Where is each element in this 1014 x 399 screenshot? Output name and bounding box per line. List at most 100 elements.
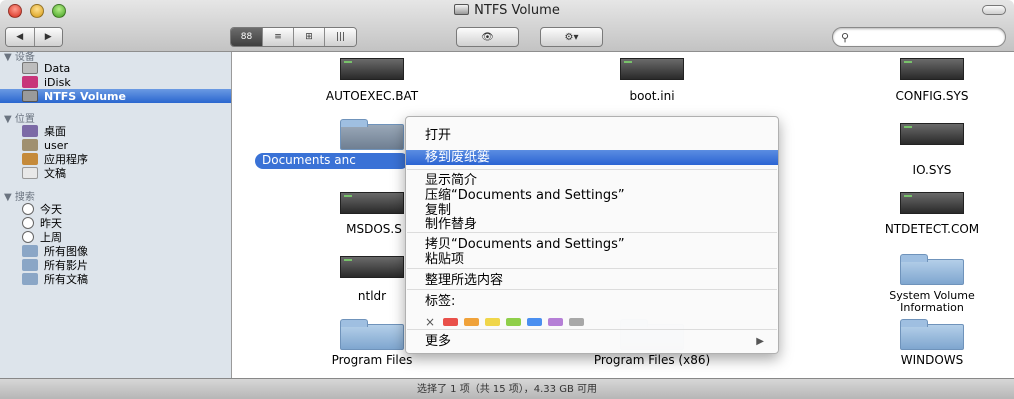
tag-orange[interactable] bbox=[464, 318, 479, 326]
document-icon[interactable] bbox=[340, 256, 404, 278]
sidebar-item-label: 桌面 bbox=[44, 125, 66, 138]
disk-icon bbox=[22, 62, 38, 74]
window-title: NTFS Volume bbox=[0, 3, 1014, 18]
file-label-config-sys[interactable]: CONFIG.SYS bbox=[852, 89, 1012, 103]
menu-separator bbox=[407, 169, 777, 170]
document-icon[interactable] bbox=[340, 58, 404, 80]
sidebar-header-search[interactable]: ▼ 搜索 bbox=[4, 188, 35, 203]
applications-icon bbox=[22, 153, 38, 165]
sidebar-item-today[interactable]: 今天 bbox=[0, 202, 231, 216]
tag-yellow[interactable] bbox=[485, 318, 500, 326]
search-field[interactable]: ⚲ bbox=[832, 27, 1006, 47]
view-mode-control: 88 ≡ ⊞ ||| bbox=[230, 27, 357, 47]
gear-icon: ⚙▾ bbox=[564, 31, 579, 43]
tag-green[interactable] bbox=[506, 318, 521, 326]
tag-color-picker: × bbox=[425, 315, 590, 329]
file-label-program-files[interactable]: Program Files bbox=[292, 353, 452, 367]
sidebar-item-all-images[interactable]: 所有图像 bbox=[0, 244, 231, 258]
sidebar-item-idisk[interactable]: iDisk bbox=[0, 75, 231, 89]
tag-clear-icon[interactable]: × bbox=[425, 315, 443, 329]
tag-red[interactable] bbox=[443, 318, 458, 326]
folder-icon[interactable] bbox=[340, 119, 404, 150]
document-icon[interactable] bbox=[340, 192, 404, 214]
folder-icon[interactable] bbox=[900, 319, 964, 350]
document-icon[interactable] bbox=[900, 123, 964, 145]
submenu-arrow-icon: ▶ bbox=[756, 336, 764, 347]
back-forward-control: ◀ ▶ bbox=[5, 27, 63, 47]
file-label-io-sys[interactable]: IO.SYS bbox=[852, 163, 1012, 177]
sidebar-item-data[interactable]: Data bbox=[0, 61, 231, 75]
clock-icon bbox=[22, 217, 34, 229]
sidebar: ▼ 设备 Data iDisk NTFS Volume ▼ 位置 桌面 user… bbox=[0, 52, 232, 378]
idisk-icon bbox=[22, 76, 38, 88]
clock-icon bbox=[22, 231, 34, 243]
disk-icon bbox=[454, 4, 470, 15]
sidebar-item-ntfs-volume[interactable]: NTFS Volume bbox=[0, 89, 231, 103]
disk-icon bbox=[22, 90, 38, 102]
menu-separator bbox=[407, 289, 777, 290]
column-view-button[interactable]: ⊞ bbox=[294, 28, 325, 46]
file-label-ntdetect[interactable]: NTDETECT.COM bbox=[852, 222, 1012, 236]
sidebar-item-label: 所有文稿 bbox=[44, 273, 88, 286]
menu-label-tags: 标签: bbox=[425, 294, 456, 309]
menu-item-make-alias[interactable]: 制作替身 bbox=[406, 217, 778, 232]
file-label-autoexec[interactable]: AUTOEXEC.BAT bbox=[292, 89, 452, 103]
coverflow-view-button[interactable]: ||| bbox=[325, 28, 356, 46]
search-icon: ⚲ bbox=[841, 31, 850, 44]
sidebar-item-desktop[interactable]: 桌面 bbox=[0, 124, 231, 138]
documents-icon bbox=[22, 167, 38, 179]
list-view-button[interactable]: ≡ bbox=[263, 28, 294, 46]
menu-separator bbox=[407, 232, 777, 233]
smart-folder-icon bbox=[22, 273, 38, 285]
search-input[interactable] bbox=[855, 30, 995, 44]
menu-item-get-info[interactable]: 显示简介 bbox=[406, 173, 778, 188]
menu-item-open[interactable]: 打开 bbox=[406, 128, 778, 143]
sidebar-item-all-documents[interactable]: 所有文稿 bbox=[0, 272, 231, 286]
forward-button[interactable]: ▶ bbox=[34, 28, 62, 46]
sidebar-item-label: Data bbox=[44, 61, 71, 75]
document-icon[interactable] bbox=[620, 58, 684, 80]
home-icon bbox=[22, 139, 38, 151]
menu-item-compress[interactable]: 压缩“Documents and Settings” bbox=[406, 188, 778, 203]
file-label-windows[interactable]: WINDOWS bbox=[852, 353, 1012, 367]
document-icon[interactable] bbox=[900, 192, 964, 214]
document-icon[interactable] bbox=[900, 58, 964, 80]
menu-item-paste[interactable]: 粘贴项 bbox=[406, 252, 778, 267]
menu-item-more[interactable]: 更多 ▶ bbox=[406, 334, 778, 349]
smart-folder-icon bbox=[22, 259, 38, 271]
menu-item-arrange-selection[interactable]: 整理所选内容 bbox=[406, 273, 778, 288]
desktop-icon bbox=[22, 125, 38, 137]
action-menu-button[interactable]: ⚙▾ bbox=[540, 27, 603, 47]
folder-icon[interactable] bbox=[340, 319, 404, 350]
sidebar-header-places[interactable]: ▼ 位置 bbox=[4, 110, 35, 125]
file-label-boot-ini[interactable]: boot.ini bbox=[572, 89, 732, 103]
file-label-program-files-x86[interactable]: Program Files (x86) bbox=[552, 353, 752, 367]
file-label-line: Information bbox=[900, 301, 964, 314]
sidebar-item-documents[interactable]: 文稿 bbox=[0, 166, 231, 180]
sidebar-item-label: iDisk bbox=[44, 75, 71, 89]
tag-purple[interactable] bbox=[548, 318, 563, 326]
back-button[interactable]: ◀ bbox=[6, 28, 35, 46]
menu-item-move-to-trash[interactable]: 移到废纸篓 bbox=[406, 150, 778, 165]
clock-icon bbox=[22, 203, 34, 215]
smart-folder-icon bbox=[22, 245, 38, 257]
toolbar-toggle-button[interactable] bbox=[982, 5, 1006, 15]
file-label-documents-and-settings[interactable]: Documents anc bbox=[255, 153, 409, 169]
menu-item-copy[interactable]: 拷贝“Documents and Settings” bbox=[406, 237, 778, 252]
menu-item-duplicate[interactable]: 复制 bbox=[406, 203, 778, 218]
tag-blue[interactable] bbox=[527, 318, 542, 326]
sidebar-item-all-movies[interactable]: 所有影片 bbox=[0, 258, 231, 272]
sidebar-item-yesterday[interactable]: 昨天 bbox=[0, 216, 231, 230]
sidebar-item-last-week[interactable]: 上周 bbox=[0, 230, 231, 244]
title-bar: NTFS Volume ◀ ▶ 88 ≡ ⊞ ||| 👁 ⚙▾ ⚲ bbox=[0, 0, 1014, 52]
sidebar-item-applications[interactable]: 应用程序 bbox=[0, 152, 231, 166]
file-label-system-volume-information[interactable]: System Volume Information bbox=[852, 290, 1012, 314]
quick-look-button[interactable]: 👁 bbox=[456, 27, 519, 47]
icon-view-button[interactable]: 88 bbox=[231, 28, 263, 46]
tag-gray[interactable] bbox=[569, 318, 584, 326]
sidebar-item-user[interactable]: user bbox=[0, 138, 231, 152]
status-bar: 选择了 1 项（共 15 项），4.33 GB 可用 bbox=[0, 378, 1014, 399]
sidebar-item-label: NTFS Volume bbox=[44, 89, 126, 103]
sidebar-item-label: user bbox=[44, 138, 68, 152]
folder-icon[interactable] bbox=[900, 254, 964, 285]
